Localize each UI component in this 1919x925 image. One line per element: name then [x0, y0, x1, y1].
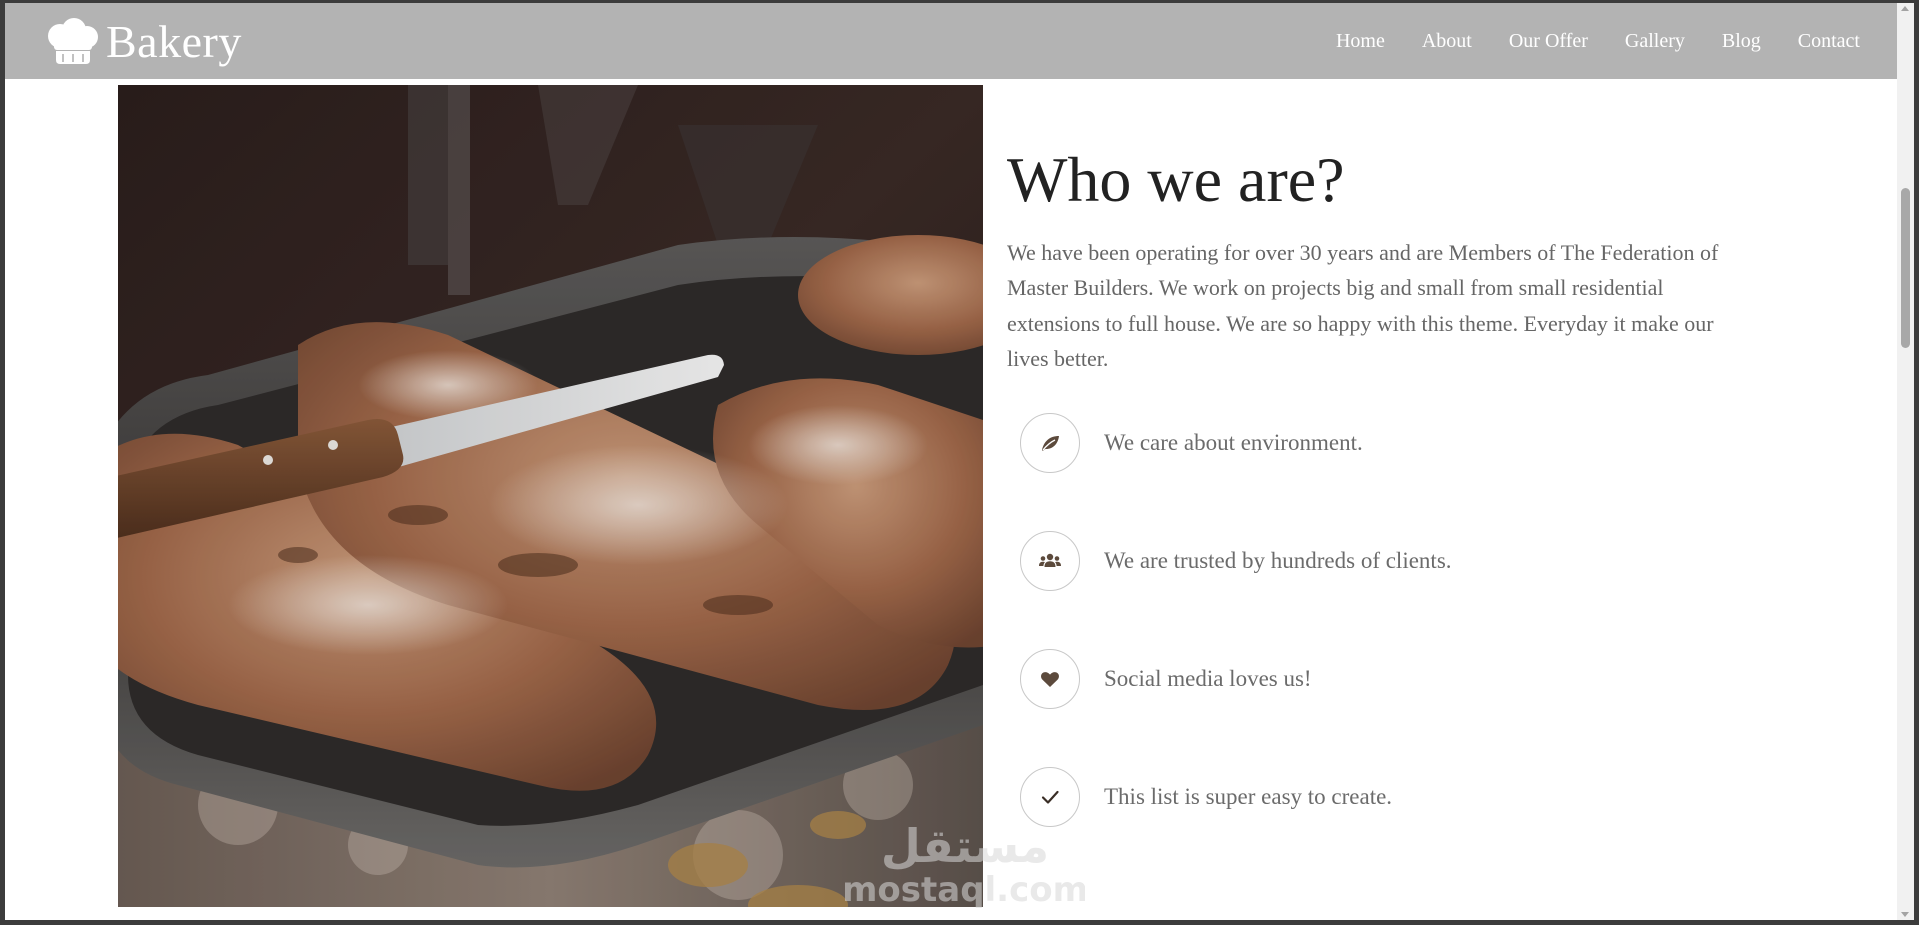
- heart-icon: [1020, 649, 1080, 709]
- watermark-arabic: مستقل: [881, 819, 1049, 873]
- watermark-latin: mostaql.com: [845, 870, 1085, 908]
- nav-item-our-offer[interactable]: Our Offer: [1509, 30, 1588, 53]
- nav-item-about[interactable]: About: [1422, 30, 1472, 53]
- feature-item-clients: We are trusted by hundreds of clients.: [1020, 529, 1452, 593]
- nav-item-gallery[interactable]: Gallery: [1625, 30, 1685, 53]
- nav-item-contact[interactable]: Contact: [1798, 30, 1860, 53]
- mostaql-watermark: مستقل mostaql.com: [842, 818, 1088, 910]
- about-section: Who we are? We have been operating for o…: [1007, 143, 1767, 377]
- nav-item-home[interactable]: Home: [1336, 30, 1385, 53]
- scroll-down-icon[interactable]: [1901, 912, 1909, 917]
- brand-logo[interactable]: Bakery: [42, 17, 242, 67]
- page-viewport: Bakery Home About Our Offer Gallery Blog…: [5, 3, 1897, 920]
- feature-text: Social media loves us!: [1104, 666, 1312, 691]
- feature-text: We are trusted by hundreds of clients.: [1104, 548, 1452, 573]
- scrollbar-thumb[interactable]: [1901, 188, 1910, 348]
- scroll-up-icon[interactable]: [1901, 6, 1909, 11]
- feature-item-environment: We care about environment.: [1020, 411, 1363, 475]
- about-intro: We have been operating for over 30 years…: [1007, 239, 1719, 372]
- feature-item-social: Social media loves us!: [1020, 647, 1312, 711]
- bread-loaves-on-tray-image: [118, 85, 983, 907]
- browser-frame: Bakery Home About Our Offer Gallery Blog…: [0, 0, 1919, 925]
- feature-text: We care about environment.: [1104, 430, 1363, 455]
- chef-hat-icon: [48, 18, 98, 64]
- users-icon: [1020, 531, 1080, 591]
- leaf-icon: [1020, 413, 1080, 473]
- about-heading: Who we are?: [1007, 144, 1345, 215]
- feature-text: This list is super easy to create.: [1104, 784, 1393, 809]
- page-scrollbar[interactable]: [1897, 3, 1914, 920]
- brand-name: Bakery: [106, 16, 242, 67]
- nav-item-blog[interactable]: Blog: [1722, 30, 1761, 53]
- main-nav: Home About Our Offer Gallery Blog Contac…: [1336, 3, 1860, 79]
- navbar: Bakery Home About Our Offer Gallery Blog…: [5, 3, 1897, 79]
